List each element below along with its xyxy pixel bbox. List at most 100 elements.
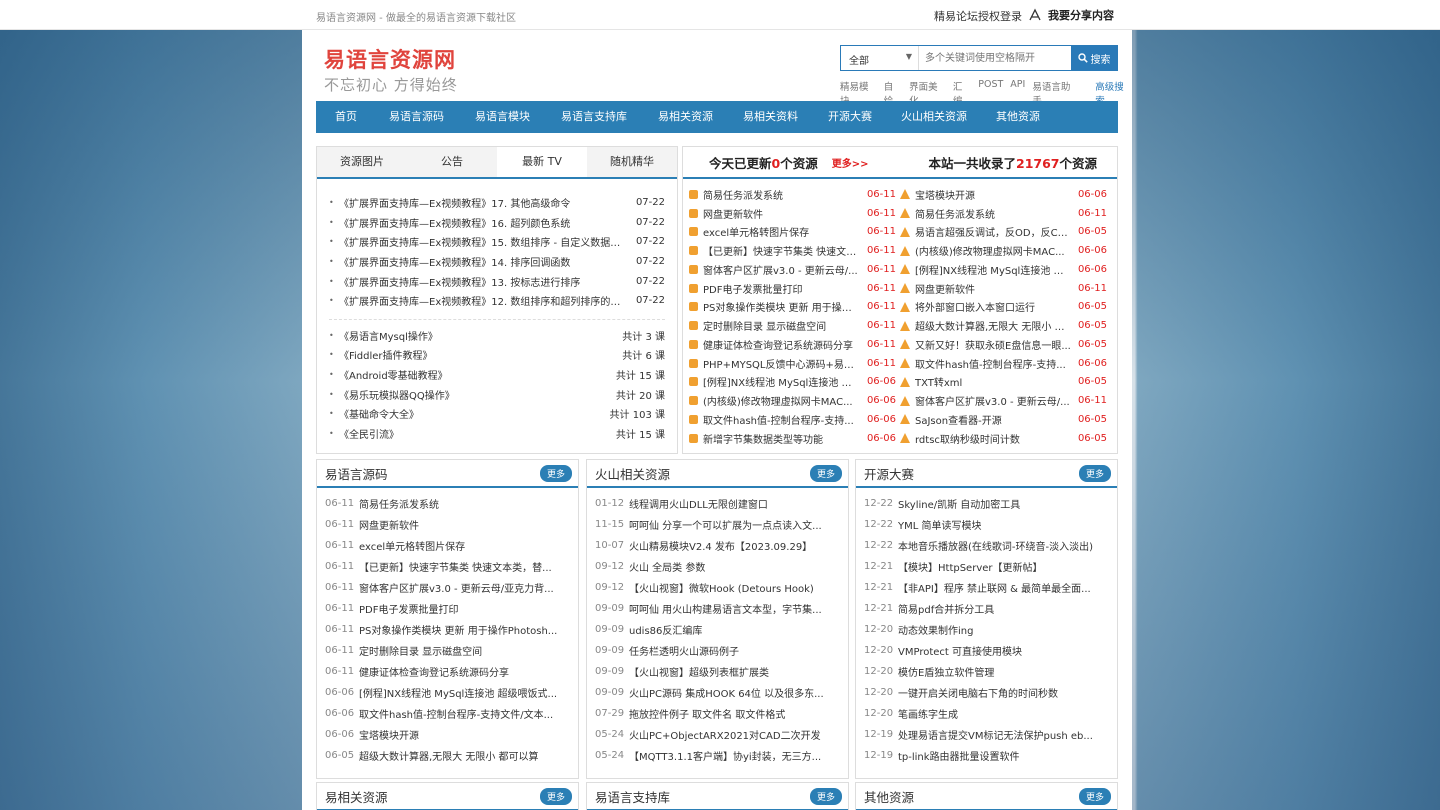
list-item[interactable]: • 《扩展界面支持库—Ex视频教程》12. 数组排序和超列排序的区别 07-22	[329, 291, 665, 311]
nav-item-resources[interactable]: 易相关资源	[658, 101, 713, 133]
list-item[interactable]: 06-11 PDF电子发票批量打印	[325, 598, 572, 619]
list-item[interactable]: 12-20 一键开启关闭电脑右下角的时间秒数	[864, 682, 1111, 703]
list-item[interactable]: 06-06 [例程]NX线程池 MySql连接池 超级喂饭式...	[325, 682, 572, 703]
nav-item-home[interactable]: 首页	[335, 101, 357, 133]
list-item[interactable]: 12-21 【模块】HttpServer【更新帖】	[864, 556, 1111, 577]
update-item[interactable]: 【已更新】快速字节集类 快速文本类... 06-11	[689, 241, 900, 260]
list-item[interactable]: 09-09 任务栏透明火山源码例子	[595, 640, 842, 661]
more-button[interactable]: 更多	[809, 464, 842, 482]
more-button[interactable]: 更多	[809, 787, 842, 805]
update-item[interactable]: 定时删除目录 显示磁盘空间 06-11	[689, 316, 900, 335]
list-item[interactable]: 06-11 excel单元格转图片保存	[325, 535, 572, 556]
list-item[interactable]: 06-11 PS对象操作类模块 更新 用于操作Photosh...	[325, 619, 572, 640]
update-item[interactable]: 窗体客户区扩展v3.0 - 更新云母/... 06-11	[689, 260, 900, 279]
search-input[interactable]	[919, 46, 1071, 70]
update-item[interactable]: [例程]NX线程池 MySql连接池 超... 06-06	[689, 373, 900, 392]
list-item[interactable]: 06-11 【已更新】快速字节集类 快速文本类，替...	[325, 556, 572, 577]
forum-login-link[interactable]: 精易论坛授权登录	[934, 8, 1022, 24]
more-link[interactable]: 更多>>	[832, 155, 869, 170]
more-button[interactable]: 更多	[539, 464, 572, 482]
more-button[interactable]: 更多	[1078, 787, 1111, 805]
list-item[interactable]: • 《基础命令大全》 共计 103 课	[329, 404, 665, 424]
list-item[interactable]: 06-11 健康证体检查询登记系统源码分享	[325, 661, 572, 682]
nav-item-other[interactable]: 其他资源	[996, 101, 1040, 133]
list-item[interactable]: • 《易语言Mysql操作》 共计 3 课	[329, 326, 665, 346]
search-category-select[interactable]: 全部 ▼	[841, 46, 919, 70]
list-item[interactable]: 09-09 【火山视窗】超级列表框扩展类	[595, 661, 842, 682]
list-item[interactable]: 06-05 超级大数计算器,无限大 无限小 都可以算	[325, 745, 572, 766]
update-item[interactable]: (内核级)修改物理虚拟网卡MAC... 06-06	[689, 391, 900, 410]
list-item[interactable]: 06-06 取文件hash值-控制台程序-支持文件/文本...	[325, 703, 572, 724]
list-item[interactable]: 12-22 YML 简单读写模块	[864, 514, 1111, 535]
update-item[interactable]: 网盘更新软件 06-11	[689, 204, 900, 223]
list-item[interactable]: • 《扩展界面支持库—Ex视频教程》14. 排序回调函数 07-22	[329, 252, 665, 272]
tab-notice[interactable]: 公告	[407, 147, 497, 177]
list-item[interactable]: 05-24 【MQTT3.1.1客户端】协yi封装，无三方...	[595, 745, 842, 766]
update-item[interactable]: 简易任务派发系统 06-11	[689, 185, 900, 204]
nav-item-libraries[interactable]: 易语言支持库	[561, 101, 627, 133]
nav-item-contest[interactable]: 开源大赛	[828, 101, 872, 133]
tab-latest-tv[interactable]: 最新 TV	[497, 147, 587, 177]
nav-item-modules[interactable]: 易语言模块	[475, 101, 530, 133]
update-item[interactable]: 宝塔模块开源 06-06	[900, 185, 1111, 204]
list-item[interactable]: 12-19 处理易语言提交VM标记无法保护push eb...	[864, 724, 1111, 745]
list-item[interactable]: 12-20 动态效果制作ing	[864, 619, 1111, 640]
list-item[interactable]: • 《扩展界面支持库—Ex视频教程》16. 超列颜色系统 07-22	[329, 213, 665, 233]
update-item[interactable]: excel单元格转图片保存 06-11	[689, 223, 900, 242]
list-item[interactable]: • 《易乐玩模拟器QQ操作》 共计 20 课	[329, 384, 665, 404]
list-item[interactable]: 06-11 简易任务派发系统	[325, 493, 572, 514]
list-item[interactable]: 12-21 【非API】程序 禁止联网 & 最简单最全面...	[864, 577, 1111, 598]
list-item[interactable]: 05-24 火山PC+ObjectARX2021对CAD二次开发	[595, 724, 842, 745]
list-item[interactable]: • 《Android零基础教程》 共计 15 课	[329, 365, 665, 385]
list-item[interactable]: 10-07 火山精易模块V2.4 发布【2023.09.29】	[595, 535, 842, 556]
update-item[interactable]: (内核级)修改物理虚拟网卡MAC... 06-06	[900, 241, 1111, 260]
list-item[interactable]: 12-22 本地音乐播放器(在线歌词-环绕音-淡入淡出)	[864, 535, 1111, 556]
update-item[interactable]: PHP+MYSQL反馈中心源码+易语... 06-11	[689, 354, 900, 373]
share-content-link[interactable]: 我要分享内容	[1028, 7, 1114, 23]
list-item[interactable]: 07-29 拖放控件例子 取文件名 取文件格式	[595, 703, 842, 724]
update-item[interactable]: 新增字节集数据类型等功能 06-06	[689, 429, 900, 448]
update-item[interactable]: PS对象操作类模块 更新 用于操作... 06-11	[689, 298, 900, 317]
more-button[interactable]: 更多	[539, 787, 572, 805]
list-item[interactable]: 09-12 火山 全局类 参数	[595, 556, 842, 577]
update-item[interactable]: 易语言超强反调试，反OD，反CE... 06-05	[900, 223, 1111, 242]
list-item[interactable]: 09-09 udis86反汇编库	[595, 619, 842, 640]
update-item[interactable]: 又新又好！获取永硕E盘信息一眼... 06-05	[900, 335, 1111, 354]
list-item[interactable]: 09-09 火山PC源码 集成HOOK 64位 以及很多东...	[595, 682, 842, 703]
list-item[interactable]: • 《Fiddler插件教程》 共计 6 课	[329, 345, 665, 365]
list-item[interactable]: 12-20 模仿E盾独立软件管理	[864, 661, 1111, 682]
update-item[interactable]: 取文件hash值-控制台程序-支持... 06-06	[689, 410, 900, 429]
update-item[interactable]: PDF电子发票批量打印 06-11	[689, 279, 900, 298]
list-item[interactable]: 12-21 简易pdf合并拆分工具	[864, 598, 1111, 619]
update-item[interactable]: 简易任务派发系统 06-11	[900, 204, 1111, 223]
list-item[interactable]: 01-12 线程调用火山DLL无限创建窗口	[595, 493, 842, 514]
list-item[interactable]: 12-19 tp-link路由器批量设置软件	[864, 745, 1111, 766]
list-item[interactable]: 06-06 宝塔模块开源	[325, 724, 572, 745]
tab-random[interactable]: 随机精华	[587, 147, 677, 177]
update-item[interactable]: 将外部窗口嵌入本窗口运行 06-05	[900, 298, 1111, 317]
update-item[interactable]: 网盘更新软件 06-11	[900, 279, 1111, 298]
more-button[interactable]: 更多	[1078, 464, 1111, 482]
nav-item-volcano[interactable]: 火山相关资源	[901, 101, 967, 133]
list-item[interactable]: 12-22 Skyline/凯斯 自动加密工具	[864, 493, 1111, 514]
list-item[interactable]: • 《全民引流》 共计 15 课	[329, 424, 665, 444]
update-item[interactable]: 超级大数计算器,无限大 无限小 都... 06-05	[900, 316, 1111, 335]
list-item[interactable]: 11-15 呵呵仙 分享一个可以扩展为一点点读入文...	[595, 514, 842, 535]
list-item[interactable]: • 《扩展界面支持库—Ex视频教程》17. 其他高级命令 07-22	[329, 193, 665, 213]
list-item[interactable]: • 《扩展界面支持库—Ex视频教程》13. 按标志进行排序 07-22	[329, 271, 665, 291]
search-button[interactable]: 搜索	[1071, 46, 1117, 70]
update-item[interactable]: 健康证体检查询登记系统源码分享 06-11	[689, 335, 900, 354]
update-item[interactable]: TXT转xml 06-05	[900, 373, 1111, 392]
update-item[interactable]: rdtsc取纳秒级时间计数 06-05	[900, 429, 1111, 448]
list-item[interactable]: 09-12 【火山视窗】微软Hook (Detours Hook)	[595, 577, 842, 598]
list-item[interactable]: 06-11 定时删除目录 显示磁盘空间	[325, 640, 572, 661]
list-item[interactable]: 12-20 笔画练字生成	[864, 703, 1111, 724]
list-item[interactable]: 12-20 VMProtect 可直接使用模块	[864, 640, 1111, 661]
site-logo[interactable]: 易语言资源网	[324, 44, 456, 74]
tab-images[interactable]: 资源图片	[317, 147, 407, 177]
list-item[interactable]: 06-11 窗体客户区扩展v3.0 - 更新云母/亚克力背...	[325, 577, 572, 598]
list-item[interactable]: 06-11 网盘更新软件	[325, 514, 572, 535]
nav-item-source[interactable]: 易语言源码	[389, 101, 444, 133]
update-item[interactable]: [例程]NX线程池 MySql连接池 超... 06-06	[900, 260, 1111, 279]
list-item[interactable]: • 《扩展界面支持库—Ex视频教程》15. 数组排序 - 自定义数据类型... 07…	[329, 232, 665, 252]
